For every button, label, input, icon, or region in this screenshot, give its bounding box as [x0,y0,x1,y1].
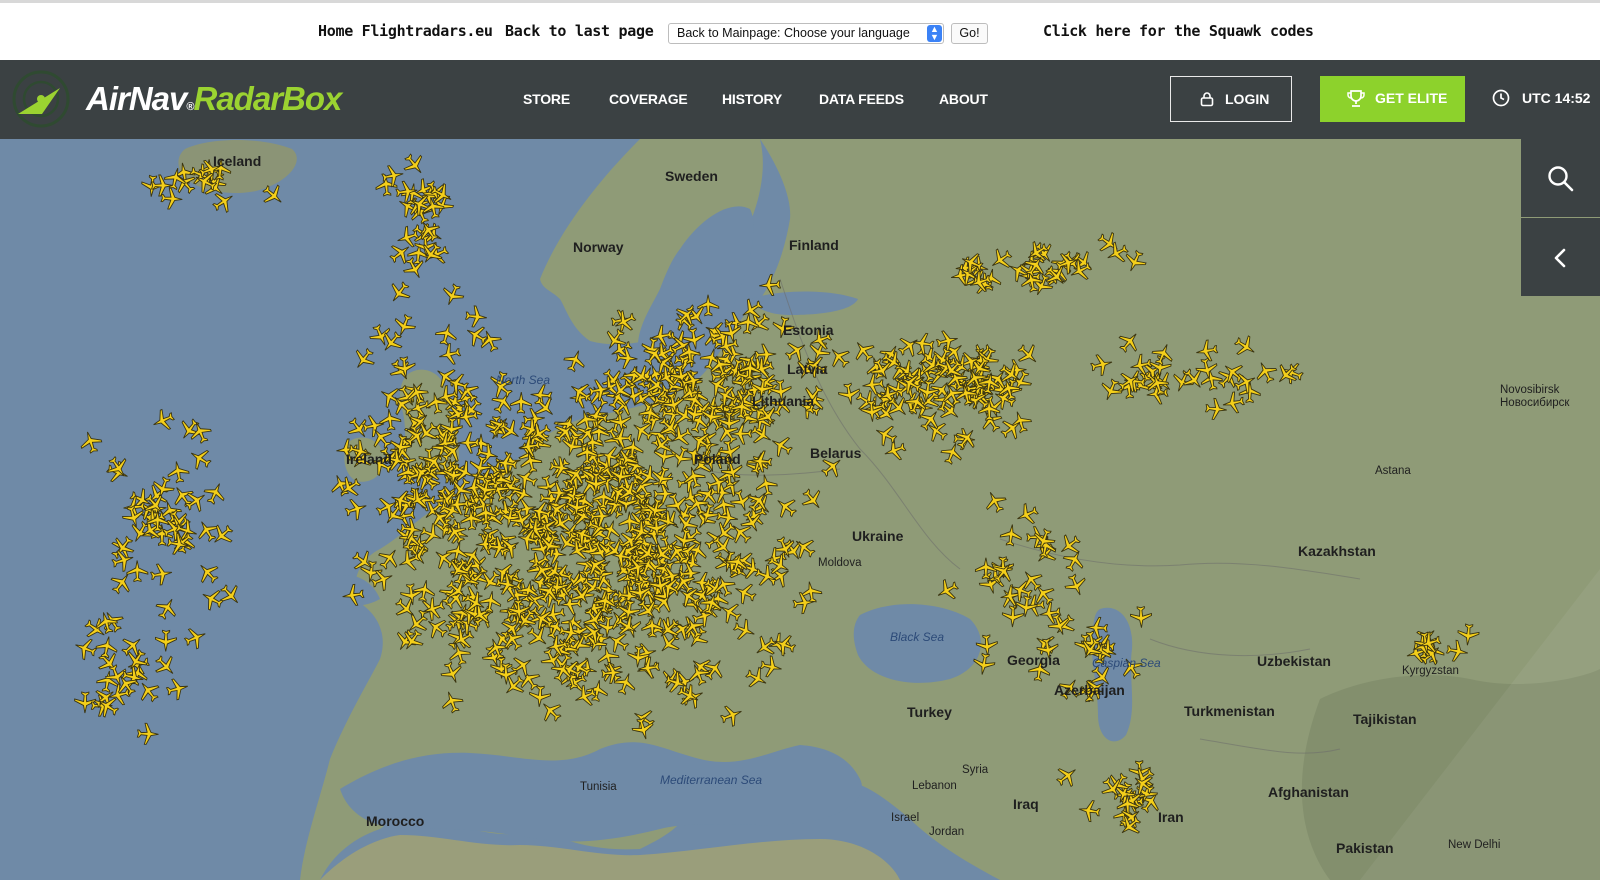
language-select[interactable]: Back to Mainpage: Choose your language ▲… [668,23,944,44]
get-elite-button[interactable]: GET ELITE [1320,76,1465,122]
map-label-turkmenistan: Turkmenistan [1184,703,1275,719]
squawk-codes-link[interactable]: Click here for the Squawk codes [1043,22,1314,40]
map-label-syria: Syria [962,764,989,776]
map-label-new-delhi: New Delhi [1448,839,1501,851]
map-label-iceland: Iceland [213,153,262,169]
nav-data-feeds[interactable]: DATA FEEDS [819,91,904,107]
map-label-uzbekistan: Uzbekistan [1257,653,1331,669]
main-navbar: AirNav®RadarBox STORE COVERAGE HISTORY D… [0,60,1600,139]
map-label-astana: Astana [1375,465,1411,477]
map-label-kyrgyzstan: Kyrgyzstan [1402,665,1459,677]
map-label-pakistan: Pakistan [1336,840,1394,856]
home-flightradars-link[interactable]: Home Flightradars.eu [318,22,493,40]
chevron-left-icon [1554,248,1566,268]
map-search-button[interactable] [1521,139,1600,217]
nav-store[interactable]: STORE [523,91,570,107]
map-label-iraq: Iraq [1013,796,1039,812]
map-label-black-sea: Black Sea [890,630,945,644]
map-label-afghanistan: Afghanistan [1268,784,1349,800]
map-label-lebanon: Lebanon [912,780,957,792]
top-utility-bar: Home Flightradars.eu Back to last page B… [0,0,1600,60]
map-label-ireland: Ireland [346,451,392,467]
panel-collapse-button[interactable] [1521,218,1600,296]
map-label-north-sea: North Sea [496,373,551,387]
map-label-sweden: Sweden [665,168,718,184]
airnav-radarbox-logo[interactable]: AirNav®RadarBox [86,80,342,118]
radar-logo-icon [12,70,70,128]
search-icon [1548,166,1574,192]
map-label-mediterranean-sea: Mediterranean Sea [660,773,763,787]
login-label: LOGIN [1225,91,1270,107]
map-label-iran: Iran [1158,809,1184,825]
nav-coverage[interactable]: COVERAGE [609,91,688,107]
get-elite-label: GET ELITE [1375,90,1448,106]
flight-radar-map[interactable]: Iceland Sweden Norway Finland Estonia La… [0,139,1600,880]
select-arrows-icon: ▲ ▼ [927,25,942,42]
trophy-icon [1347,90,1365,107]
map-label-kazakhstan: Kazakhstan [1298,543,1376,559]
map-label-israel: Israel [891,812,920,824]
login-button[interactable]: LOGIN [1170,76,1292,122]
map-label-novosibirsk: Novosibirsk [1500,384,1560,396]
user-icon [1200,92,1214,107]
map-label-azerbaijan: Azerbaijan [1054,682,1125,698]
utc-time: UTC 14:52 [1522,90,1591,106]
map-label-morocco: Morocco [366,813,425,829]
map-label-jordan: Jordan [929,826,965,838]
map-label-belarus: Belarus [810,445,862,461]
map-label-finland: Finland [789,237,839,253]
map-label-moldova: Moldova [818,557,862,569]
map-label-tajikistan: Tajikistan [1353,711,1417,727]
clock-icon [1492,89,1510,107]
map-label-estonia: Estonia [783,322,834,338]
language-select-value: Back to Mainpage: Choose your language [677,26,910,40]
map-label-norway: Norway [573,239,624,255]
nav-about[interactable]: ABOUT [939,91,988,107]
nav-history[interactable]: HISTORY [722,91,782,107]
go-button[interactable]: Go! [951,23,988,44]
map-label-ukraine: Ukraine [852,528,904,544]
map-label-caspian-sea: Caspian Sea [1092,656,1161,670]
map-label-poland: Poland [694,451,741,467]
map-label-tunisia: Tunisia [580,781,617,793]
map-label-lithuania: Lithuania [752,393,815,409]
map-label-latvia: Latvia [787,361,828,377]
map-label-novosibirsk-ru: Новосибирск [1500,397,1570,409]
map-label-georgia: Georgia [1007,652,1060,668]
map-label-turkey: Turkey [907,704,952,720]
back-to-last-page-link[interactable]: Back to last page [505,22,654,40]
